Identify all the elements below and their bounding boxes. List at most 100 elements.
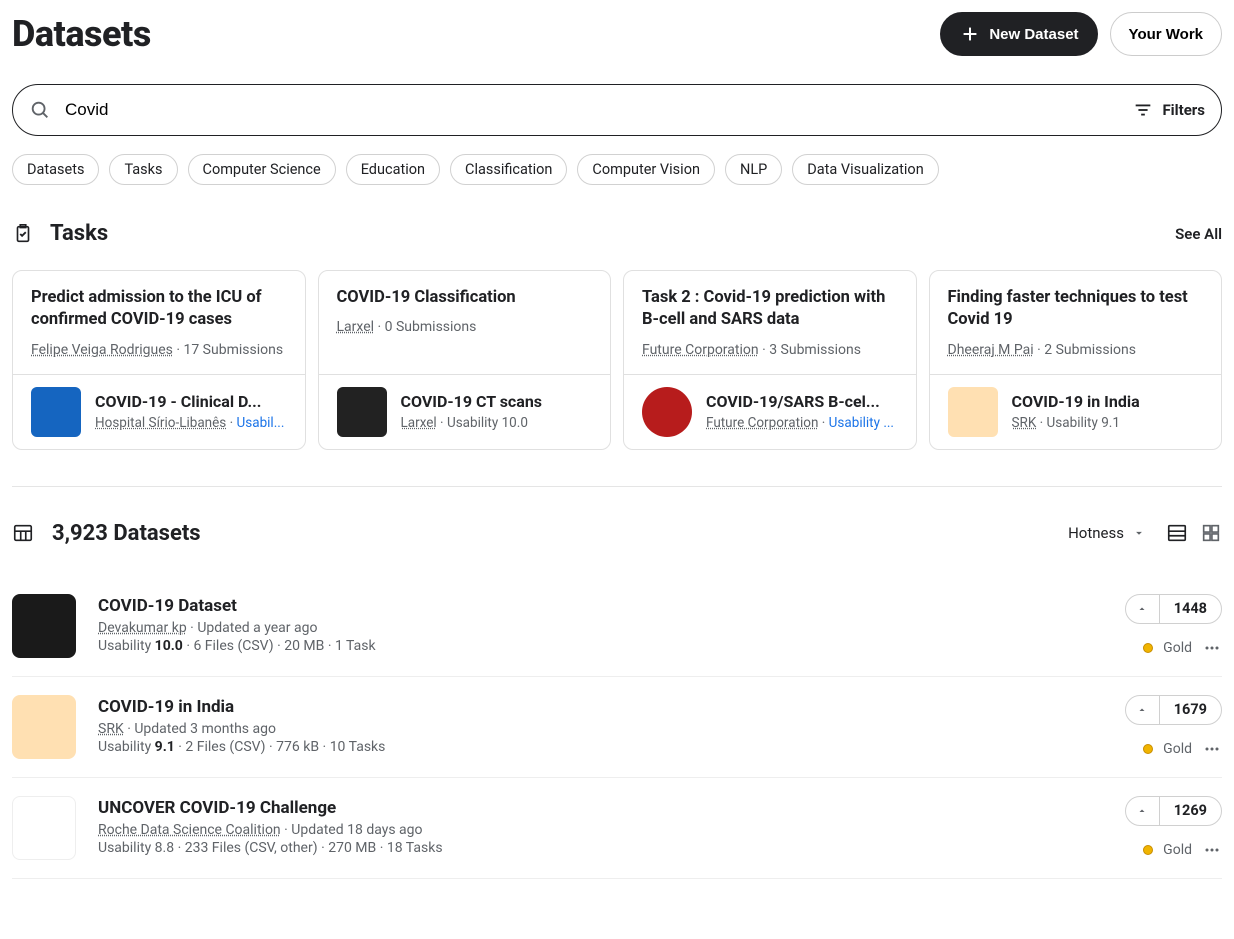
filter-chip-nlp[interactable]: NLP [725, 154, 782, 185]
task-dataset-title: COVID-19 - Clinical D... [95, 392, 287, 411]
filter-chip-computer-vision[interactable]: Computer Vision [577, 154, 715, 185]
sort-label: Hotness [1068, 524, 1124, 542]
datasets-count: 3,923 Datasets [52, 521, 201, 546]
tasks-icon [12, 223, 34, 245]
sort-dropdown[interactable]: Hotness [1068, 524, 1146, 542]
dataset-author[interactable]: SRK [98, 721, 124, 737]
dataset-usability: Usability 8.8 [98, 840, 174, 856]
caret-up-icon [1136, 603, 1148, 615]
dataset-thumbnail [31, 387, 81, 437]
task-author[interactable]: Larxel [337, 319, 375, 335]
dataset-size: 776 kB [276, 739, 319, 755]
caret-up-icon [1136, 704, 1148, 716]
more-icon[interactable] [1202, 638, 1222, 658]
task-title: Predict admission to the ICU of confirme… [31, 287, 287, 332]
gold-medal-icon [1143, 845, 1153, 855]
dataset-thumbnail [642, 387, 692, 437]
task-card[interactable]: COVID-19 Classification Larxel · 0 Submi… [318, 270, 612, 450]
filter-chip-tasks[interactable]: Tasks [109, 154, 177, 185]
caret-up-icon [1136, 805, 1148, 817]
task-title: COVID-19 Classification [337, 287, 593, 309]
task-dataset-author[interactable]: Future Corporation [706, 415, 818, 431]
dataset-row[interactable]: COVID-19 in India SRK · Updated 3 months… [12, 677, 1222, 778]
dataset-usability: Usability 10.0 [98, 638, 183, 654]
dataset-usability: Usability 9.1 [98, 739, 175, 755]
task-dataset-usability: Usabil... [237, 415, 285, 431]
vote-count: 1679 [1160, 696, 1221, 724]
vote-count: 1448 [1160, 595, 1221, 623]
task-submissions: 2 Submissions [1044, 342, 1136, 358]
plus-icon [959, 23, 981, 45]
dataset-files: 2 Files (CSV) [185, 739, 265, 755]
dataset-tasks: 1 Task [335, 638, 376, 654]
dataset-thumbnail [12, 796, 76, 860]
filters-button[interactable]: Filters [1132, 99, 1205, 121]
dataset-author[interactable]: Devakumar kp [98, 620, 187, 636]
new-dataset-label: New Dataset [989, 26, 1078, 43]
search-input[interactable] [65, 100, 1132, 120]
filter-chip-computer-science[interactable]: Computer Science [188, 154, 336, 185]
new-dataset-button[interactable]: New Dataset [940, 12, 1097, 56]
task-title: Task 2 : Covid-19 prediction with B-cell… [642, 287, 898, 332]
filter-chip-data-visualization[interactable]: Data Visualization [792, 154, 938, 185]
task-card[interactable]: Finding faster techniques to test Covid … [929, 270, 1223, 450]
dataset-thumbnail [12, 594, 76, 658]
task-dataset-usability: Usability ... [829, 415, 894, 431]
dataset-thumbnail [337, 387, 387, 437]
task-dataset-title: COVID-19 in India [1012, 392, 1204, 411]
upvote-control: 1448 [1125, 594, 1222, 624]
upvote-control: 1269 [1125, 796, 1222, 826]
task-submissions: 17 Submissions [183, 342, 283, 358]
task-dataset-usability: Usability 9.1 [1047, 415, 1120, 431]
dataset-updated: Updated 3 months ago [134, 721, 276, 737]
gold-medal-icon [1143, 643, 1153, 653]
filter-chip-education[interactable]: Education [346, 154, 440, 185]
list-view-icon[interactable] [1166, 522, 1188, 544]
task-dataset-title: COVID-19/SARS B-cel... [706, 392, 898, 411]
caret-down-icon [1132, 526, 1146, 540]
see-all-link[interactable]: See All [1175, 225, 1222, 243]
medal-label: Gold [1163, 741, 1192, 757]
task-dataset-author[interactable]: SRK [1012, 415, 1037, 431]
dataset-thumbnail [948, 387, 998, 437]
filter-chip-datasets[interactable]: Datasets [12, 154, 99, 185]
upvote-button[interactable] [1126, 595, 1160, 623]
task-author[interactable]: Future Corporation [642, 342, 759, 358]
medal-label: Gold [1163, 640, 1192, 656]
your-work-button[interactable]: Your Work [1110, 12, 1222, 56]
search-bar[interactable]: Filters [12, 84, 1222, 136]
dataset-size: 20 MB [284, 638, 324, 654]
dataset-tasks: 18 Tasks [387, 840, 443, 856]
more-icon[interactable] [1202, 840, 1222, 860]
page-title: Datasets [12, 13, 151, 55]
task-card[interactable]: Predict admission to the ICU of confirme… [12, 270, 306, 450]
dataset-files: 6 Files (CSV) [193, 638, 273, 654]
dataset-title: UNCOVER COVID-19 Challenge [98, 798, 1103, 818]
task-author[interactable]: Felipe Veiga Rodrigues [31, 342, 173, 358]
table-icon [12, 522, 34, 544]
task-submissions: 3 Submissions [769, 342, 861, 358]
task-dataset-author[interactable]: Larxel [401, 415, 437, 431]
task-dataset-title: COVID-19 CT scans [401, 392, 593, 411]
search-icon [29, 99, 51, 121]
dataset-updated: Updated a year ago [197, 620, 317, 636]
task-card[interactable]: Task 2 : Covid-19 prediction with B-cell… [623, 270, 917, 450]
vote-count: 1269 [1160, 797, 1221, 825]
task-title: Finding faster techniques to test Covid … [948, 287, 1204, 332]
dataset-row[interactable]: UNCOVER COVID-19 Challenge Roche Data Sc… [12, 778, 1222, 879]
filters-label: Filters [1162, 101, 1205, 119]
task-dataset-author[interactable]: Hospital Sírio-Libanês [95, 415, 226, 431]
upvote-button[interactable] [1126, 797, 1160, 825]
grid-view-icon[interactable] [1200, 522, 1222, 544]
dataset-tasks: 10 Tasks [330, 739, 386, 755]
task-submissions: 0 Submissions [385, 319, 477, 335]
dataset-title: COVID-19 Dataset [98, 596, 1103, 616]
tasks-section-title: Tasks [50, 221, 108, 246]
more-icon[interactable] [1202, 739, 1222, 759]
dataset-row[interactable]: COVID-19 Dataset Devakumar kp · Updated … [12, 576, 1222, 677]
filter-chip-classification[interactable]: Classification [450, 154, 567, 185]
dataset-author[interactable]: Roche Data Science Coalition [98, 822, 281, 838]
task-author[interactable]: Dheeraj M Pai [948, 342, 1034, 358]
upvote-button[interactable] [1126, 696, 1160, 724]
section-divider [12, 486, 1222, 487]
